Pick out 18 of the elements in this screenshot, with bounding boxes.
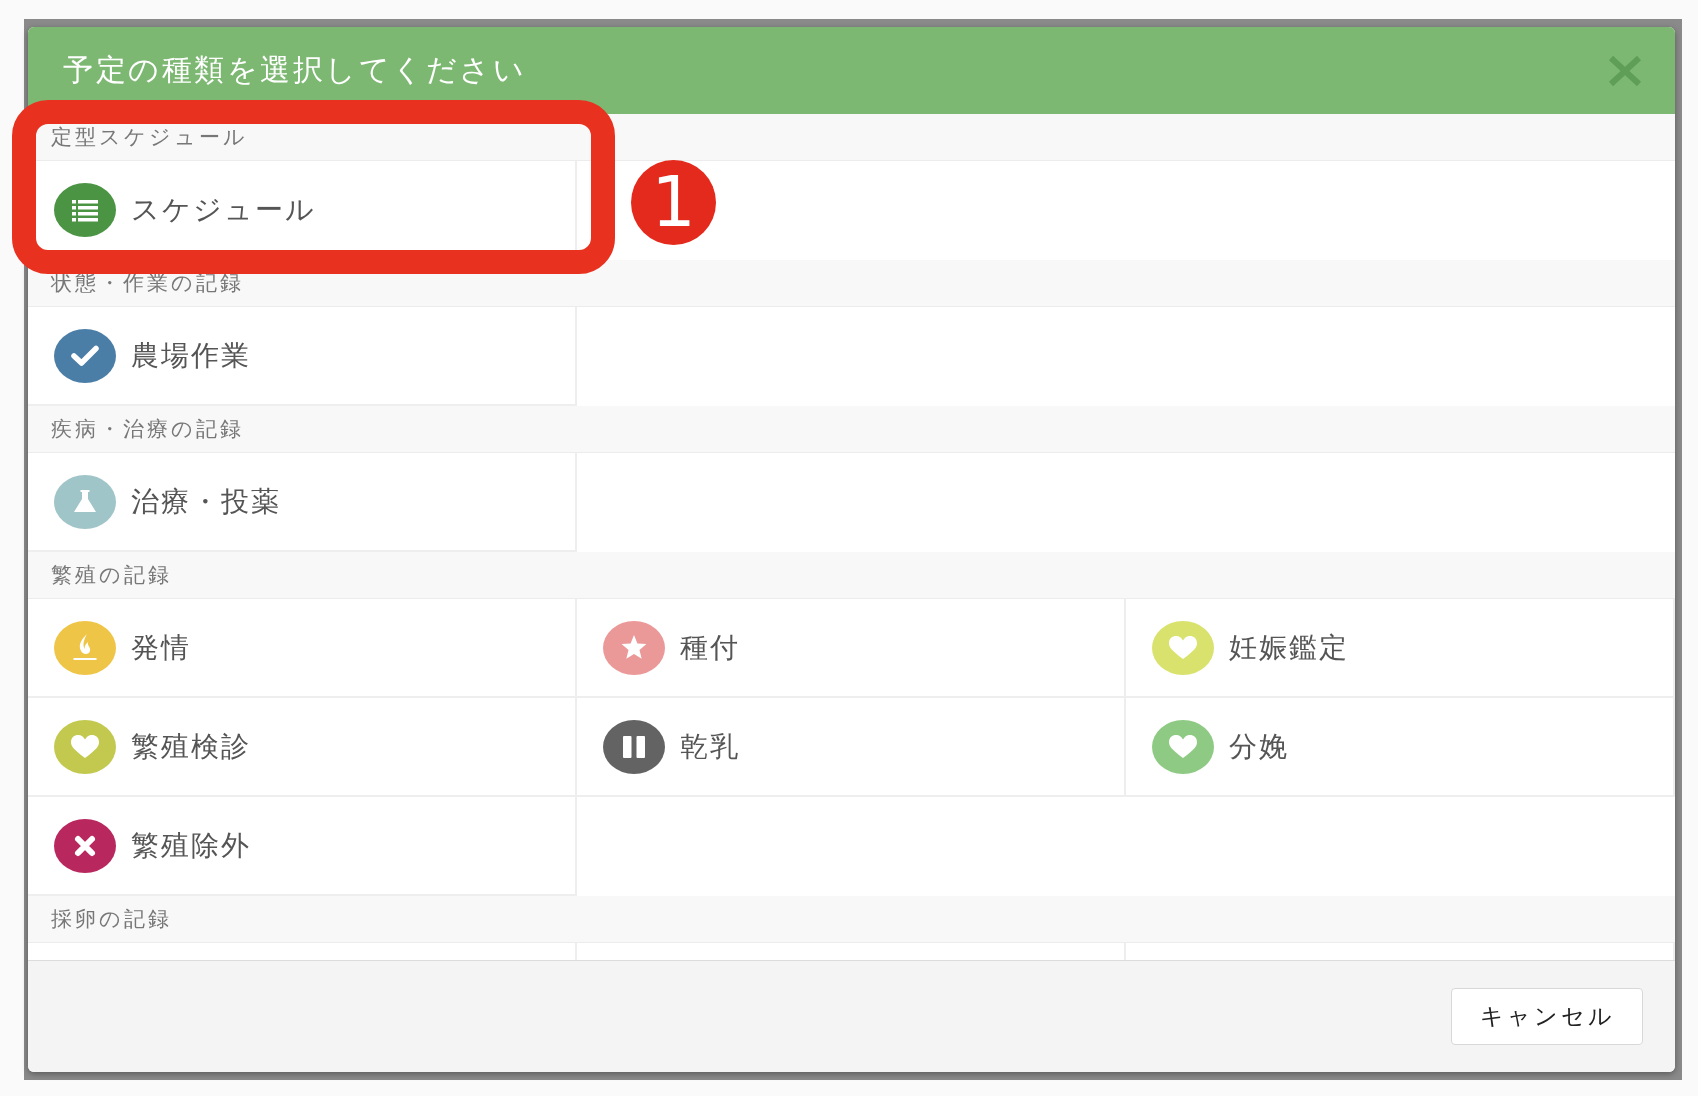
section-title: 繁殖の記録	[51, 562, 172, 589]
close-button[interactable]	[1607, 54, 1643, 87]
event-type-option[interactable]: 繁殖除外	[28, 797, 577, 896]
cancel-button[interactable]: キャンセル	[1451, 988, 1643, 1045]
event-type-option[interactable]: 乾乳	[577, 698, 1126, 797]
section-title: 定型スケジュール	[51, 124, 248, 151]
event-type-option[interactable]: 妊娠鑑定	[1126, 599, 1675, 698]
close-icon	[1607, 54, 1643, 87]
event-type-option[interactable]: 発情	[28, 599, 577, 698]
event-type-option[interactable]: 分娩	[1126, 698, 1675, 797]
section-title: 状態・作業の記録	[51, 270, 244, 297]
section-title: 採卵の記録	[51, 906, 172, 933]
dialog-title: 予定の種類を選択してください	[63, 51, 526, 89]
event-type-option[interactable]: 種付	[577, 599, 1126, 698]
event-type-option[interactable]: 農場作業	[28, 307, 577, 406]
event-type-option[interactable]: 繁殖検診	[28, 698, 577, 797]
event-type-option[interactable]: 治療・投薬	[28, 453, 577, 552]
section-title: 疾病・治療の記録	[51, 416, 244, 443]
